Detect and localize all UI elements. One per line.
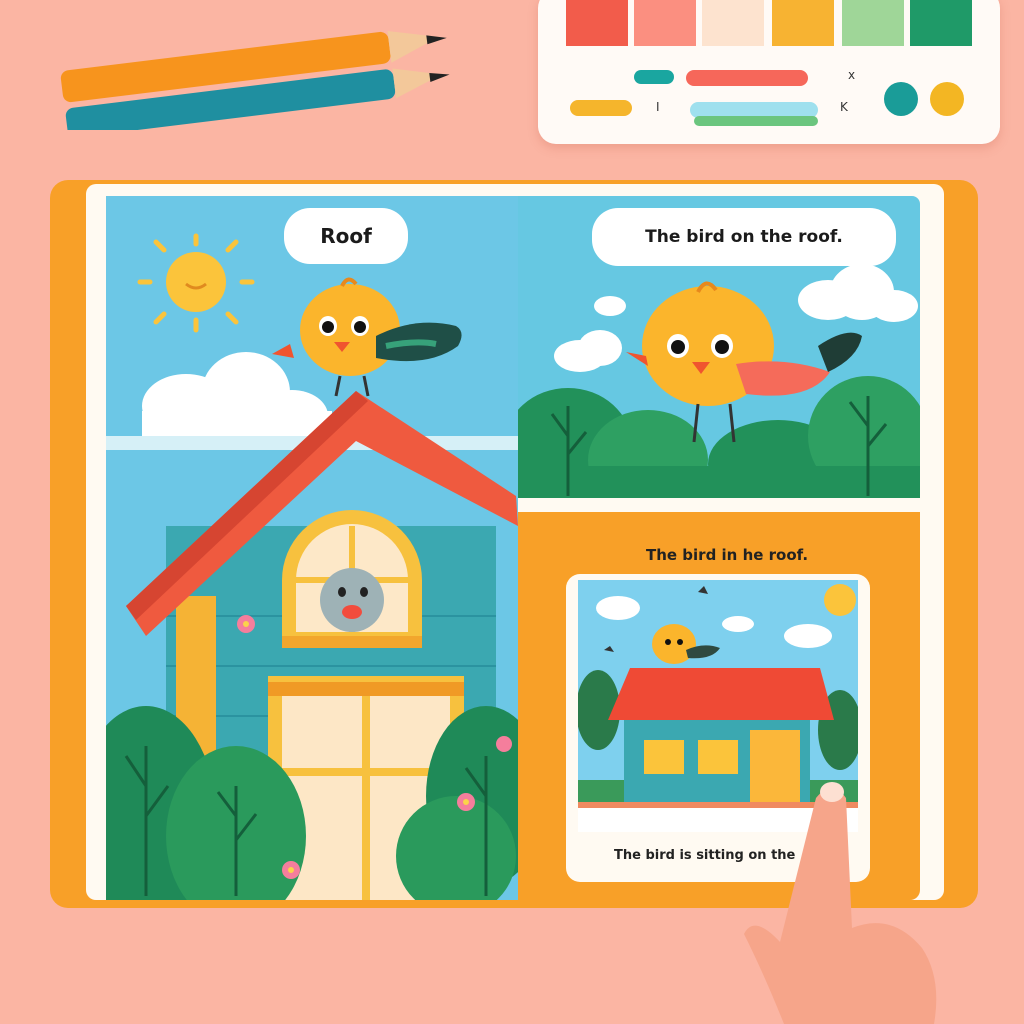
palette-swatch xyxy=(910,0,972,46)
pencil-icon xyxy=(60,31,450,130)
palette-bar xyxy=(634,70,674,84)
palette-mark: I xyxy=(656,100,660,114)
right-top-speech-label: The bird on the roof. xyxy=(645,227,843,247)
cloud-icon xyxy=(596,596,832,648)
right-top-illustration: The bird on the roof. xyxy=(518,196,920,498)
sun-icon xyxy=(824,584,856,616)
palette-swatch xyxy=(772,0,834,46)
roof-speech-label: Roof xyxy=(320,224,372,248)
palette-mark: K xyxy=(840,100,848,114)
hand-icon xyxy=(744,782,937,1024)
palette-dot xyxy=(884,82,918,116)
palette-swatch xyxy=(702,0,764,46)
palette-bar xyxy=(694,116,818,126)
color-palette-card: x I K xyxy=(538,0,1000,144)
right-top-speech-bubble: The bird on the roof. xyxy=(592,208,896,266)
sun-icon xyxy=(137,233,255,333)
palette-swatch xyxy=(566,0,628,46)
roof-speech-bubble: Roof xyxy=(284,208,408,264)
palette-swatch xyxy=(842,0,904,46)
bird-icon xyxy=(272,277,462,397)
palette-bar xyxy=(570,100,632,116)
left-illustration: Roof xyxy=(106,196,518,900)
palette-mark: x xyxy=(848,68,856,82)
palette-bar xyxy=(686,70,808,86)
palette-swatch xyxy=(634,0,696,46)
palette-dot xyxy=(930,82,964,116)
right-bottom-heading: The bird in he roof. xyxy=(646,546,809,564)
flower-icon xyxy=(237,615,255,633)
